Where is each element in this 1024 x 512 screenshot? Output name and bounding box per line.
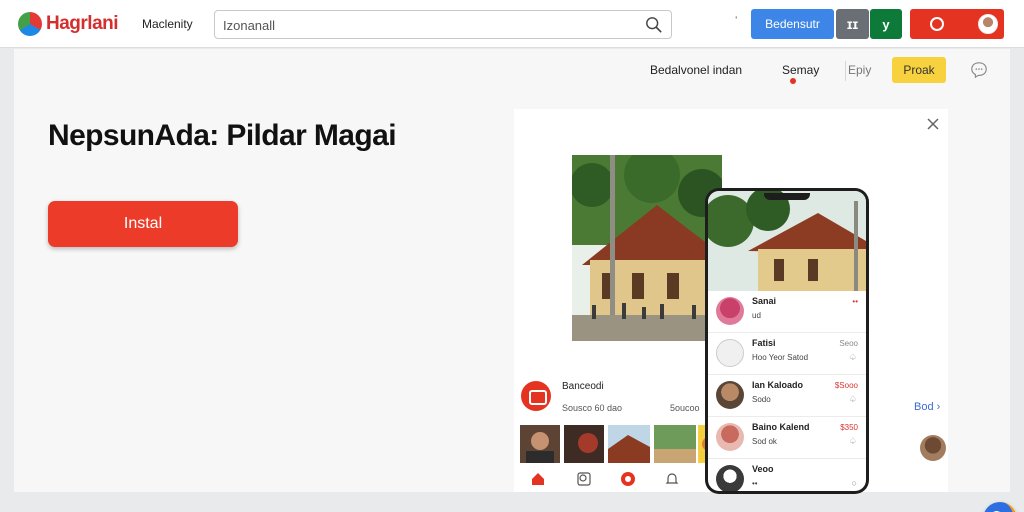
copyright-icon bbox=[930, 17, 944, 31]
thumbnail-image[interactable] bbox=[654, 425, 696, 463]
chat-name: Fatisi bbox=[752, 338, 776, 348]
like-icon[interactable]: ♤ bbox=[849, 436, 857, 447]
home-icon[interactable] bbox=[530, 471, 546, 487]
chat-list-item[interactable]: Baino Kalend Sod ok $350 ♤ bbox=[708, 417, 866, 459]
search-box[interactable] bbox=[214, 10, 672, 39]
phone-notch bbox=[764, 193, 810, 200]
chat-name: Baino Kalend bbox=[752, 422, 810, 432]
avatar bbox=[716, 465, 744, 491]
bottom-nav bbox=[520, 471, 720, 487]
chat-bubble-icon[interactable] bbox=[970, 61, 988, 79]
app-listing[interactable]: Banceodi Sousco 60 dao 5oucoo bbox=[516, 379, 721, 419]
chat-preview: ud bbox=[752, 311, 761, 320]
record-icon[interactable] bbox=[620, 471, 636, 487]
search-icon[interactable]: ○ bbox=[852, 478, 857, 488]
village-house-image bbox=[572, 155, 722, 341]
chat-list-item[interactable]: Sanai ud •• bbox=[708, 291, 866, 333]
phone-house-image bbox=[708, 191, 866, 291]
phone-mockup: Sanai ud •• Fatisi Hoo Yeor Satod Seoo ♤… bbox=[705, 188, 869, 494]
thumbnail-image[interactable] bbox=[520, 425, 560, 463]
avatar bbox=[716, 423, 744, 451]
like-icon[interactable]: ♤ bbox=[849, 394, 857, 405]
chat-name: Veoo bbox=[752, 464, 774, 474]
brand-subtitle[interactable]: Maclenity bbox=[142, 17, 193, 31]
search-input[interactable] bbox=[223, 16, 623, 34]
active-indicator-dot bbox=[790, 78, 796, 84]
search-icon[interactable] bbox=[576, 471, 592, 487]
subnav-item-bedalvonel[interactable]: Bedalvonel indan bbox=[650, 63, 742, 83]
thumbnail-image[interactable] bbox=[564, 425, 604, 463]
avatar bbox=[716, 381, 744, 409]
chat-price: $Sooo bbox=[834, 381, 858, 390]
logo-text: Hagrlani bbox=[46, 13, 119, 34]
app-name: Banceodi bbox=[562, 381, 604, 392]
subnav-item-epiy[interactable]: Epiy bbox=[848, 63, 871, 83]
chat-list-item[interactable]: Fatisi Hoo Yeor Satod Seoo ♤ bbox=[708, 333, 866, 375]
app-logo-icon bbox=[521, 381, 551, 411]
like-icon[interactable]: ♤ bbox=[849, 352, 857, 363]
install-button[interactable]: Instal bbox=[48, 201, 238, 247]
avatar[interactable] bbox=[920, 435, 946, 461]
search-icon[interactable] bbox=[645, 16, 663, 34]
chat-name: Ian Kaloado bbox=[752, 380, 804, 390]
chat-list-item[interactable]: Veoo •• ○ bbox=[708, 459, 866, 491]
chat-preview: Hoo Yeor Satod bbox=[752, 353, 809, 362]
site-logo[interactable]: Hagrlani bbox=[18, 10, 119, 38]
page-title: NepsunAda: Pildar Magai bbox=[48, 119, 397, 152]
avatar bbox=[716, 297, 744, 325]
bell-icon[interactable] bbox=[664, 471, 680, 487]
avatar[interactable] bbox=[978, 14, 998, 34]
chat-name: Sanai bbox=[752, 296, 777, 306]
chat-price: Seoo bbox=[839, 339, 858, 348]
more-link[interactable]: Bod › bbox=[914, 401, 940, 413]
subnav-item-semay[interactable]: Semay bbox=[782, 63, 819, 83]
chevron-icon[interactable]: ˈ bbox=[734, 14, 738, 29]
top-bar: Hagrlani Maclenity ˈ Bedensutr ɪɪ y bbox=[0, 0, 1024, 48]
chat-price: $350 bbox=[840, 423, 858, 432]
app-meta: Sousco 60 dao bbox=[562, 403, 623, 413]
chat-price: •• bbox=[852, 297, 858, 306]
logo-mark-icon bbox=[18, 12, 42, 36]
home-avatar-icon bbox=[716, 339, 744, 367]
app-meta-secondary: 5oucoo bbox=[670, 403, 700, 413]
divider bbox=[845, 61, 846, 81]
thumbnail-image[interactable] bbox=[608, 425, 650, 463]
chat-preview: •• bbox=[752, 479, 758, 488]
primary-header-button[interactable]: Bedensutr bbox=[751, 9, 834, 39]
proak-button[interactable]: Proak bbox=[892, 57, 946, 83]
close-icon[interactable] bbox=[926, 117, 940, 131]
text-format-button[interactable]: ɪɪ bbox=[836, 9, 869, 39]
chat-preview: Sod ok bbox=[752, 437, 777, 446]
chat-preview: Sodo bbox=[752, 395, 771, 404]
bird-share-button[interactable]: y bbox=[870, 9, 902, 39]
phone-screen: Sanai ud •• Fatisi Hoo Yeor Satod Seoo ♤… bbox=[708, 191, 866, 491]
floating-assistant-icon[interactable] bbox=[983, 502, 1017, 512]
account-button[interactable] bbox=[910, 9, 1004, 39]
chat-list-item[interactable]: Ian Kaloado Sodo $Sooo ♤ bbox=[708, 375, 866, 417]
